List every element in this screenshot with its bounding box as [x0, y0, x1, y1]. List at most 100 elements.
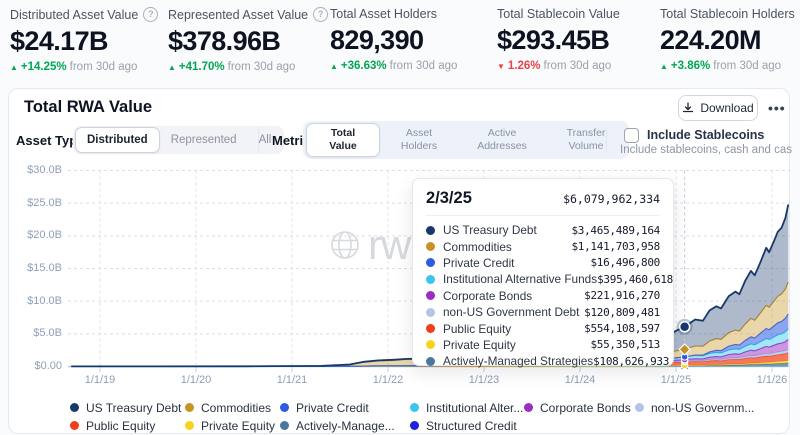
legend-item-private-equity[interactable]: Private Equity: [185, 418, 280, 433]
tooltip-series-name: Commodities: [443, 240, 512, 254]
metric-option-asset-holders[interactable]: Asset Holders: [380, 124, 458, 156]
tooltip-series-value: $554,108,597: [584, 322, 660, 335]
tooltip-series-value: $1,141,703,958: [571, 240, 660, 253]
tooltip-series-value: $221,916,270: [584, 289, 660, 302]
series-dot: [426, 275, 435, 284]
legend-item-corporate-bonds[interactable]: Corporate Bonds: [524, 400, 635, 415]
legend-item-private-credit[interactable]: Private Credit: [280, 400, 410, 415]
tooltip-series-name: Public Equity: [443, 322, 511, 336]
tooltip-row-private-credit: Private Credit$16,496,800: [426, 255, 660, 271]
marker-us-treasury-debt: [680, 322, 690, 332]
legend-label: Private Credit: [296, 401, 369, 415]
legend-item-us-treasury-debt[interactable]: US Treasury Debt: [70, 400, 185, 415]
legend-label: Private Equity: [201, 419, 275, 433]
legend-dot: [280, 403, 289, 412]
legend-dot: [410, 421, 419, 430]
legend-item-actively-manage[interactable]: Actively-Manage...: [280, 418, 410, 433]
tooltip-series-name: Corporate Bonds: [443, 289, 532, 303]
series-dot: [426, 324, 435, 333]
tooltip-row-institutional-alternative-funds: Institutional Alternative Funds$395,460,…: [426, 271, 660, 287]
tooltip-series-name: Private Equity: [443, 338, 516, 352]
tooltip-row-non-us-government-debt: non-US Government Debt $120,809,481: [426, 304, 660, 320]
legend-item-non-us-governm[interactable]: non-US Governm...: [635, 400, 754, 415]
tooltip-series-value: $395,460,618: [597, 273, 673, 286]
metric-option-transfer-volume[interactable]: Transfer Volume: [546, 124, 626, 156]
download-icon: [682, 102, 694, 114]
x-axis-tick: 1/1/24: [558, 374, 602, 386]
y-axis-tick: $15.0B: [14, 262, 62, 274]
legend-dot: [70, 403, 79, 412]
x-axis-tick: 1/1/20: [174, 374, 218, 386]
legend-dot: [635, 403, 644, 412]
legend-label: non-US Governm...: [651, 401, 754, 415]
series-dot: [426, 242, 435, 251]
legend-label: Corporate Bonds: [540, 401, 631, 415]
chart-tooltip: 2/3/25 $6,079,962,334 US Treasury Debt$3…: [412, 178, 674, 366]
series-dot: [426, 308, 435, 317]
tooltip-row-actively-managed-strategies: Actively-Managed Strategies$108,626,933: [426, 353, 660, 369]
asset-type-option-distributed[interactable]: Distributed: [75, 127, 160, 153]
filter-divider: [258, 126, 259, 154]
legend-item-public-equity[interactable]: Public Equity: [70, 418, 185, 433]
tooltip-series-value: $55,350,513: [590, 338, 660, 351]
legend-item-institutional-alter[interactable]: Institutional Alter...: [410, 400, 524, 415]
series-dot: [426, 357, 435, 366]
legend-dot: [410, 403, 419, 412]
y-axis-tick: $10.0B: [14, 295, 62, 307]
rwa-dashboard: Distributed Asset Value?$24.17B▲+14.25%f…: [0, 0, 800, 435]
asset-type-option-represented[interactable]: Represented: [160, 128, 248, 152]
legend-label: Actively-Manage...: [296, 419, 395, 433]
include-stablecoins-label: Include Stablecoins: [647, 128, 764, 142]
download-button[interactable]: Download: [678, 95, 758, 121]
include-stablecoins-sublabel: Include stablecoins, cash and cash-equiv…: [620, 144, 792, 156]
globe-icon: [330, 230, 360, 260]
y-axis-tick: $0.00: [14, 360, 62, 372]
metric-option-active-addresses[interactable]: Active Addresses: [458, 124, 546, 156]
series-dot: [426, 258, 435, 267]
tooltip-series-name: Actively-Managed Strategies: [443, 354, 593, 368]
tooltip-header: 2/3/25 $6,079,962,334: [426, 189, 660, 208]
x-axis-tick: 1/1/19: [78, 374, 122, 386]
tooltip-rows: US Treasury Debt$3,465,489,164Commoditie…: [426, 222, 660, 370]
legend-item-commodities[interactable]: Commodities: [185, 400, 280, 415]
legend-dot: [185, 403, 194, 412]
legend-label: US Treasury Debt: [86, 401, 181, 415]
tooltip-row-us-treasury-debt: US Treasury Debt$3,465,489,164: [426, 222, 660, 238]
x-axis-tick: 1/1/26: [750, 374, 794, 386]
more-options-button[interactable]: •••: [768, 100, 786, 116]
tooltip-row-public-equity: Public Equity $554,108,597: [426, 320, 660, 336]
y-axis-tick: $20.0B: [14, 229, 62, 241]
tooltip-series-name: non-US Government Debt: [443, 305, 579, 319]
tooltip-series-value: $3,465,489,164: [571, 224, 660, 237]
filter-divider: [606, 126, 607, 154]
panel-title: Total RWA Value: [24, 98, 152, 117]
tooltip-series-value: $108,626,933: [593, 355, 669, 368]
asset-type-segmented-control: DistributedRepresentedAll: [73, 126, 284, 154]
include-stablecoins-checkbox[interactable]: [624, 128, 639, 143]
download-label: Download: [700, 101, 753, 115]
legend-label: Structured Credit: [426, 419, 517, 433]
series-dot: [426, 226, 435, 235]
tooltip-series-name: Institutional Alternative Funds: [443, 272, 597, 286]
tooltip-series-value: $16,496,800: [590, 256, 660, 269]
tooltip-series-value: $120,809,481: [584, 306, 660, 319]
series-dot: [426, 291, 435, 300]
legend-label: Public Equity: [86, 419, 155, 433]
y-axis-tick: $30.0B: [14, 164, 62, 176]
legend-dot: [524, 403, 533, 412]
metric-option-total-value[interactable]: Total Value: [306, 123, 380, 157]
x-axis-tick: 1/1/23: [462, 374, 506, 386]
series-dot: [426, 340, 435, 349]
tooltip-divider: [426, 215, 660, 216]
legend-dot: [70, 421, 79, 430]
x-axis-tick: 1/1/21: [270, 374, 314, 386]
y-axis-tick: $5.0B: [14, 327, 62, 339]
y-axis-tick: $25.0B: [14, 197, 62, 209]
tooltip-row-commodities: Commodities $1,141,703,958: [426, 238, 660, 254]
legend-item-structured-credit[interactable]: Structured Credit: [410, 418, 524, 433]
rwa-stacked-area-chart[interactable]: [0, 0, 800, 435]
legend-label: Institutional Alter...: [426, 401, 523, 415]
tooltip-row-corporate-bonds: Corporate Bonds $221,916,270: [426, 288, 660, 304]
metric-segmented-control: Total ValueAsset HoldersActive Addresses…: [303, 121, 629, 159]
x-axis-tick: 1/1/25: [654, 374, 698, 386]
